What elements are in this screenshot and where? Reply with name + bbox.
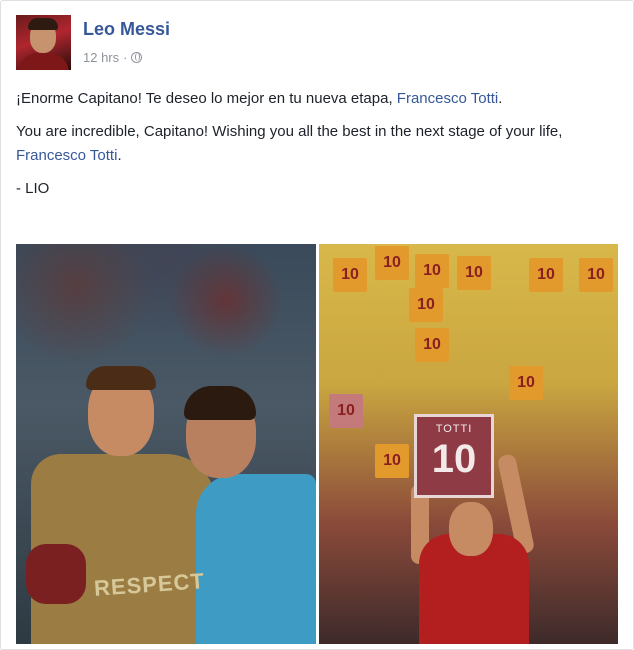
meta-separator: · xyxy=(123,50,128,65)
crowd-sign: 10 xyxy=(529,258,563,292)
crowd-sign: 10 xyxy=(509,366,543,400)
avatar-hair xyxy=(28,18,58,30)
post-paragraph-english: You are incredible, Capitano! Wishing yo… xyxy=(16,120,616,168)
totti-sign: TOTTI 10 xyxy=(414,414,494,498)
paragraph-text: You are incredible, Capitano! Wishing yo… xyxy=(16,123,563,140)
post-meta: 12 hrs · xyxy=(83,50,143,65)
crowd-sign: 10 xyxy=(333,258,367,292)
crowd-sign: 10 xyxy=(457,256,491,290)
crowd-sign: 10 xyxy=(415,328,449,362)
photo-left[interactable]: RESPECT xyxy=(16,244,316,644)
avatar[interactable] xyxy=(16,15,71,70)
crowd-sign: 10 xyxy=(415,254,449,288)
background-crowd xyxy=(16,244,316,384)
crowd-sign: 10 xyxy=(375,444,409,478)
post-paragraph-spanish: ¡Enorme Capitano! Te deseo lo mejor en t… xyxy=(16,87,616,111)
photo-right[interactable]: 10 10 10 10 10 10 10 10 10 10 10 TOTTI 1… xyxy=(319,244,618,644)
photo-grid: RESPECT 10 10 10 10 10 10 10 10 10 10 10… xyxy=(16,244,618,644)
messi-shirt xyxy=(196,474,316,644)
avatar-shoulders xyxy=(18,53,69,70)
mention-link[interactable]: Francesco Totti xyxy=(397,90,498,107)
globe-icon[interactable] xyxy=(131,52,143,63)
crowd-sign: 10 xyxy=(579,258,613,292)
totti-arm xyxy=(26,544,86,604)
post-signature: - LIO xyxy=(16,180,50,197)
crowd-sign: 10 xyxy=(329,394,363,428)
facebook-post-card: Leo Messi 12 hrs · ¡Enorme Capitano! Te … xyxy=(0,0,634,650)
post-timestamp[interactable]: 12 hrs xyxy=(83,50,119,65)
paragraph-text: ¡Enorme Capitano! Te deseo lo mejor en t… xyxy=(16,90,397,107)
totti-sign-number: 10 xyxy=(431,437,477,481)
paragraph-end: . xyxy=(498,90,503,107)
author-name[interactable]: Leo Messi xyxy=(83,19,170,40)
messi-hair xyxy=(184,386,256,420)
paragraph-end: . xyxy=(117,147,122,164)
crowd-sign: 10 xyxy=(375,246,409,280)
post-body: ¡Enorme Capitano! Te deseo lo mejor en t… xyxy=(16,87,616,210)
holder-head xyxy=(449,502,493,556)
crowd-sign: 10 xyxy=(409,288,443,322)
totti-hair xyxy=(86,366,156,390)
totti-sign-name: TOTTI xyxy=(435,423,473,435)
post-header: Leo Messi 12 hrs · xyxy=(16,15,616,73)
mention-link[interactable]: Francesco Totti xyxy=(16,147,117,164)
